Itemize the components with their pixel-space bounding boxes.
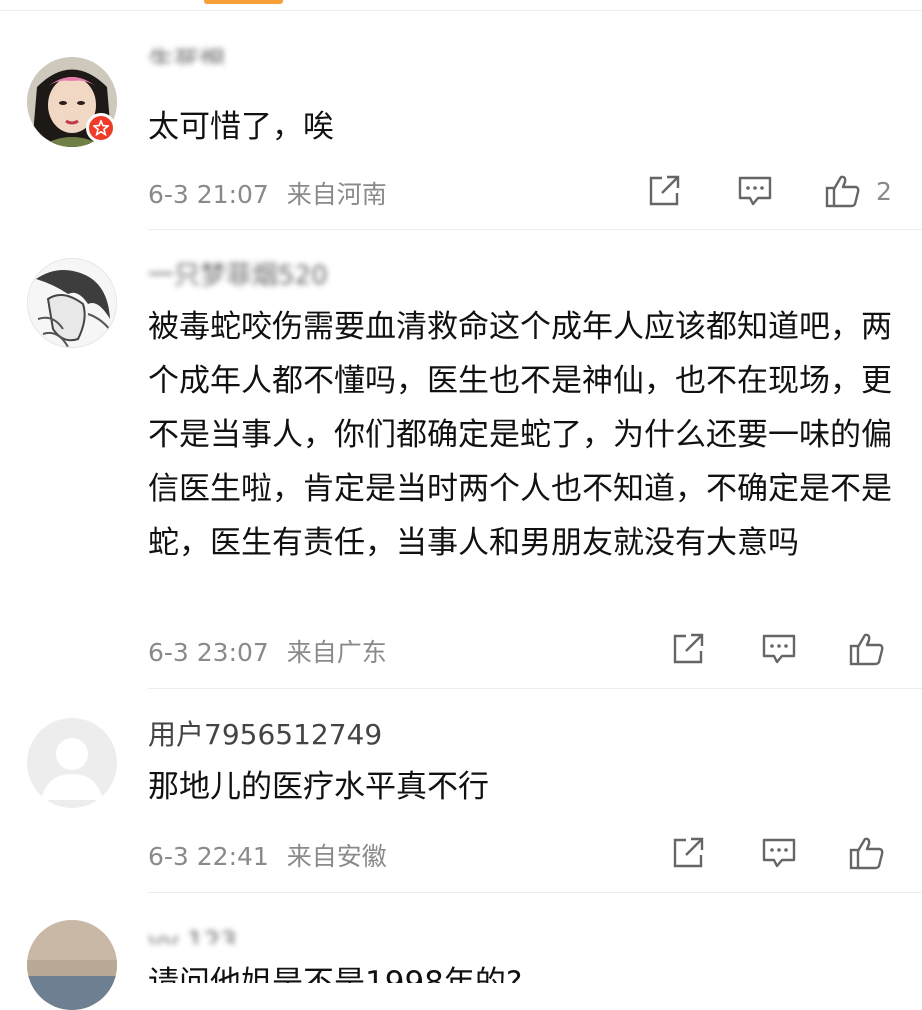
comment-actions: 2 — [646, 173, 896, 213]
thumbs-up-icon[interactable] — [848, 835, 886, 871]
comment-username[interactable]: 用户7956512749 — [148, 718, 382, 752]
comment-username[interactable]: yy 123 — [148, 920, 237, 944]
comment-icon[interactable] — [736, 173, 774, 209]
avatar[interactable] — [27, 920, 117, 1010]
comment-username[interactable]: 一只梦菲烟520 — [148, 256, 328, 286]
active-tab-indicator — [204, 0, 283, 4]
avatar[interactable] — [27, 258, 117, 348]
comment-actions — [670, 631, 890, 671]
comment-divider — [148, 688, 922, 689]
comment-location: 来自河南 — [286, 180, 387, 209]
verified-badge-icon — [86, 113, 116, 143]
comment-text: 那地儿的医疗水平真不行 — [148, 769, 489, 805]
top-divider — [0, 10, 922, 11]
comment-text: 太可惜了，唉 — [148, 109, 334, 145]
avatar-image — [27, 920, 117, 1010]
default-avatar-icon[interactable] — [27, 718, 117, 808]
thumbs-up-icon[interactable] — [848, 631, 886, 667]
comment-location: 来自广东 — [286, 638, 387, 667]
comment-actions — [670, 835, 890, 875]
share-icon[interactable] — [646, 173, 684, 209]
thumbs-up-icon[interactable] — [824, 173, 862, 209]
comment-location: 来自安徽 — [286, 842, 387, 871]
comment-meta: 6-3 23:07 来自广东 — [148, 633, 387, 669]
comment-divider — [148, 229, 922, 230]
comment-time: 6-3 21:07 — [148, 180, 269, 209]
share-icon[interactable] — [670, 631, 708, 667]
comment-time: 6-3 22:41 — [148, 842, 269, 871]
comment-text: 被毒蛇咬伤需要血清救命这个成年人应该都知道吧，两个成年人都不懂吗，医生也不是神仙… — [148, 309, 892, 561]
comment-time: 6-3 23:07 — [148, 638, 269, 667]
share-icon[interactable] — [670, 835, 708, 871]
comment-meta: 6-3 21:07 来自河南 — [148, 175, 387, 211]
comment-icon[interactable] — [760, 631, 798, 667]
comment-text: 请问他姐是不是1998年的? — [148, 965, 523, 983]
comment-username[interactable]: 生死恨 — [148, 38, 226, 64]
comment-divider — [148, 892, 922, 893]
comment-icon[interactable] — [760, 835, 798, 871]
avatar-image — [28, 259, 116, 347]
like-count: 2 — [876, 177, 892, 206]
comment-meta: 6-3 22:41 来自安徽 — [148, 837, 387, 873]
